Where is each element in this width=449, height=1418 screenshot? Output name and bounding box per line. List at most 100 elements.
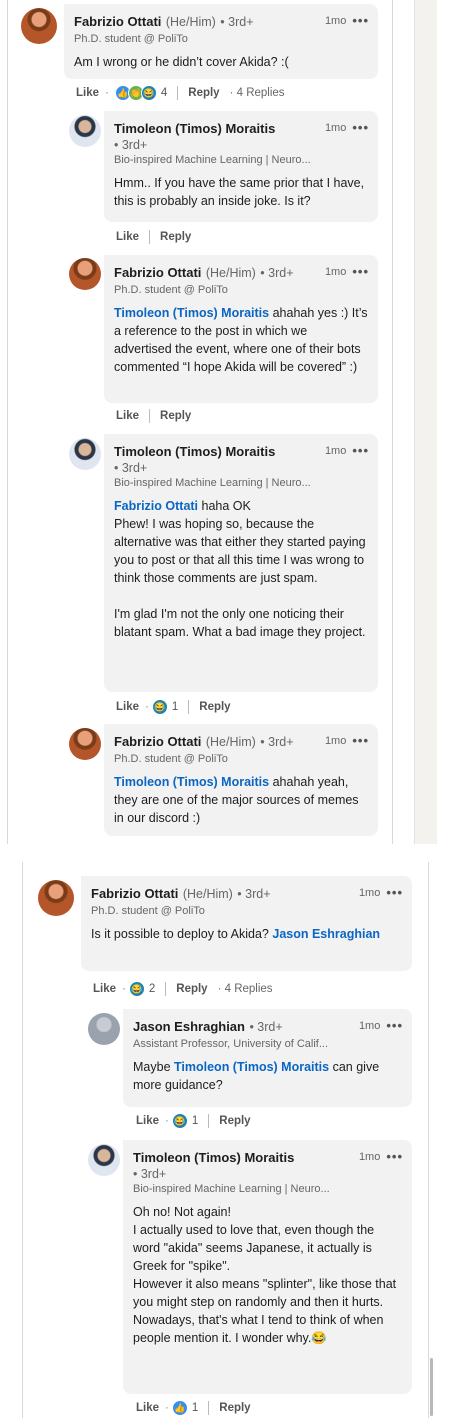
author-pronouns: (He/Him) bbox=[205, 266, 256, 280]
mention-link[interactable]: Jason Eshraghian bbox=[272, 927, 380, 941]
reaction-count[interactable]: 1 bbox=[192, 1402, 198, 1414]
funny-icon[interactable]: 😂 bbox=[128, 981, 145, 997]
author-headline: Assistant Professor, University of Calif… bbox=[133, 1038, 329, 1050]
like-button[interactable]: Like bbox=[76, 87, 99, 99]
comment-paragraph: I'm glad I'm not the only one noticing t… bbox=[114, 607, 366, 639]
reply-button[interactable]: Reply bbox=[160, 231, 191, 243]
replies-link[interactable]: · 4 Replies bbox=[218, 983, 273, 995]
reply-button[interactable]: Reply bbox=[219, 1402, 250, 1414]
mention-link[interactable]: Timoleon (Timos) Moraitis bbox=[114, 775, 269, 789]
author-pronouns: (He/Him) bbox=[165, 15, 216, 29]
more-options-icon[interactable]: ••• bbox=[352, 733, 369, 748]
separator-dot: · bbox=[145, 701, 149, 713]
author-name[interactable]: Timoleon (Timos) Moraitis bbox=[133, 1150, 294, 1165]
reply-button[interactable]: Reply bbox=[188, 87, 219, 99]
like-button[interactable]: Like bbox=[136, 1115, 159, 1127]
reactions[interactable]: 👍 👏 😂 bbox=[114, 85, 157, 101]
avatar-fabrizio[interactable]: F bbox=[21, 8, 57, 44]
more-options-icon[interactable]: ••• bbox=[386, 885, 403, 900]
replies-link[interactable]: · 4 Replies bbox=[230, 87, 285, 99]
reaction-count[interactable]: 4 bbox=[161, 87, 167, 99]
funny-icon[interactable]: 😂 bbox=[151, 699, 168, 715]
more-options-icon[interactable]: ••• bbox=[352, 120, 369, 135]
author-headline: Bio-inspired Machine Learning | Neuro... bbox=[114, 154, 311, 166]
like-button[interactable]: Like bbox=[116, 231, 139, 243]
mention-link[interactable]: Fabrizio Ottati bbox=[114, 499, 198, 513]
author-pronouns: (He/Him) bbox=[182, 887, 233, 901]
separator-dot: · bbox=[165, 1115, 169, 1127]
comment-time: 1mo bbox=[324, 14, 347, 27]
comment-time: 1mo bbox=[324, 121, 347, 134]
reply-button[interactable]: Reply bbox=[176, 983, 207, 995]
like-button[interactable]: Like bbox=[116, 410, 139, 422]
comment-actions: Like · 😂 1 Reply bbox=[136, 1113, 251, 1129]
author-name[interactable]: Timoleon (Timos) Moraitis bbox=[114, 444, 275, 459]
reply-button[interactable]: Reply bbox=[160, 410, 191, 422]
connection-degree: • 3rd+ bbox=[220, 15, 254, 29]
comment-bubble: Fabrizio Ottati (He/Him) • 3rd+ Ph.D. st… bbox=[104, 255, 378, 403]
mention-link[interactable]: Timoleon (Timos) Moraitis bbox=[174, 1060, 329, 1074]
avatar-timoleon[interactable]: T bbox=[69, 115, 101, 147]
divider bbox=[177, 86, 179, 100]
author-pronouns: (He/Him) bbox=[205, 735, 256, 749]
more-options-icon[interactable]: ••• bbox=[352, 13, 369, 28]
reply-button[interactable]: Reply bbox=[199, 701, 230, 713]
author-headline: Ph.D. student @ PoliTo bbox=[114, 753, 228, 765]
separator-dot: · bbox=[105, 87, 109, 99]
divider bbox=[208, 1114, 210, 1128]
author-name[interactable]: Fabrizio Ottati bbox=[74, 14, 161, 29]
author-name[interactable]: Fabrizio Ottati bbox=[114, 734, 201, 749]
comment-text: Timoleon (Timos) Moraitis ahahah yeah, t… bbox=[114, 773, 368, 827]
author-name[interactable]: Fabrizio Ottati bbox=[114, 265, 201, 280]
more-options-icon[interactable]: ••• bbox=[386, 1149, 403, 1164]
avatar-timoleon[interactable]: T bbox=[88, 1144, 120, 1176]
author-name[interactable]: Fabrizio Ottati bbox=[91, 886, 178, 901]
comments-panel-bottom: F Fabrizio Ottati (He/Him) • 3rd+ Ph.D. … bbox=[0, 862, 449, 1418]
connection-degree: • 3rd+ bbox=[114, 461, 148, 475]
comment-text: Timoleon (Timos) Moraitis ahahah yes :) … bbox=[114, 304, 368, 376]
comment-actions: Like · 😂 1 Reply bbox=[116, 699, 231, 715]
connection-degree: • 3rd+ bbox=[249, 1020, 283, 1034]
comment-text: Fabrizio Ottati haha OK Phew! I was hopi… bbox=[114, 497, 368, 641]
author-headline: Ph.D. student @ PoliTo bbox=[114, 284, 228, 296]
feed-left-border bbox=[22, 862, 23, 1418]
avatar-fabrizio[interactable]: F bbox=[38, 880, 74, 916]
reaction-count[interactable]: 1 bbox=[172, 701, 178, 713]
more-options-icon[interactable]: ••• bbox=[386, 1018, 403, 1033]
comment-bubble: Timoleon (Timos) Moraitis • 3rd+ Bio-ins… bbox=[104, 434, 378, 692]
comment-body-text: Maybe bbox=[133, 1060, 174, 1074]
comment-bubble: Fabrizio Ottati (He/Him) • 3rd+ Ph.D. st… bbox=[64, 4, 378, 79]
more-options-icon[interactable]: ••• bbox=[352, 443, 369, 458]
comment-text: Am I wrong or he didn’t cover Akida? :( bbox=[74, 55, 289, 69]
divider bbox=[208, 1401, 210, 1415]
connection-degree: • 3rd+ bbox=[133, 1167, 167, 1181]
scrollbar-thumb[interactable] bbox=[430, 1358, 433, 1416]
avatar-timoleon[interactable]: T bbox=[69, 438, 101, 470]
separator-dot: · bbox=[165, 1402, 169, 1414]
like-button[interactable]: Like bbox=[116, 701, 139, 713]
author-name[interactable]: Jason Eshraghian bbox=[133, 1019, 245, 1034]
avatar-jason[interactable]: J bbox=[88, 1013, 120, 1045]
comment-bubble: Fabrizio Ottati (He/Him) • 3rd+ Ph.D. st… bbox=[81, 876, 412, 971]
comment-bubble: Fabrizio Ottati (He/Him) • 3rd+ Ph.D. st… bbox=[104, 724, 378, 836]
divider bbox=[149, 230, 151, 244]
comment-bubble: Timoleon (Timos) Moraitis • 3rd+ Bio-ins… bbox=[123, 1140, 412, 1394]
reaction-count[interactable]: 2 bbox=[149, 983, 155, 995]
mention-link[interactable]: Timoleon (Timos) Moraitis bbox=[114, 306, 269, 320]
reply-button[interactable]: Reply bbox=[219, 1115, 250, 1127]
comment-body-text: haha OK bbox=[198, 499, 251, 513]
comment-actions: Like · 😂 2 Reply · 4 Replies bbox=[93, 981, 273, 997]
connection-degree: • 3rd+ bbox=[237, 887, 271, 901]
more-options-icon[interactable]: ••• bbox=[352, 264, 369, 279]
feed-left-border bbox=[7, 0, 8, 844]
like-button[interactable]: Like bbox=[93, 983, 116, 995]
like-icon[interactable]: 👍 bbox=[171, 1400, 188, 1416]
reaction-count[interactable]: 1 bbox=[192, 1115, 198, 1127]
avatar-fabrizio[interactable]: F bbox=[69, 258, 101, 290]
avatar-fabrizio[interactable]: F bbox=[69, 728, 101, 760]
funny-icon[interactable]: 😂 bbox=[171, 1113, 188, 1129]
like-button[interactable]: Like bbox=[136, 1402, 159, 1414]
divider bbox=[165, 982, 167, 996]
comment-bubble: Timoleon (Timos) Moraitis • 3rd+ Bio-ins… bbox=[104, 111, 378, 222]
author-name[interactable]: Timoleon (Timos) Moraitis bbox=[114, 121, 275, 136]
